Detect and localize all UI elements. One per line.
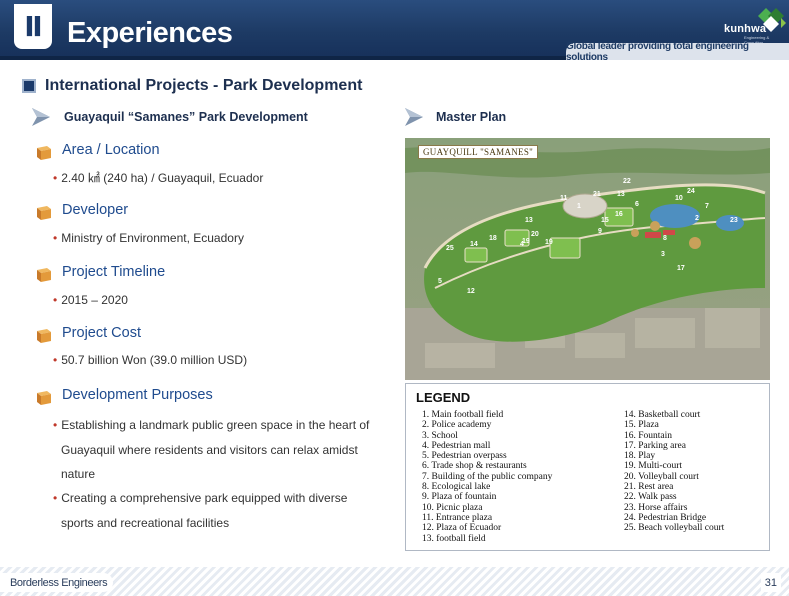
svg-text:10: 10 [675,195,683,202]
section-number: Ⅱ [24,10,42,43]
svg-text:8: 8 [663,235,667,242]
legend-item: 8. Ecological lake [422,482,491,493]
timeline-title: Project Timeline [62,264,166,280]
legend-right-column: 14. Basketball court 15. Plaza 16. Fount… [624,410,724,534]
legend-item: 21. Rest area [624,482,674,493]
footer-label: Borderless Engineers [0,573,114,592]
svg-text:19: 19 [522,238,530,245]
svg-text:21: 21 [593,191,601,198]
master-plan-map: 123 456 789 10 11 12 13 14 15 16 17 18 19 20 21 … [405,138,770,380]
legend-item: 18. Play [624,451,656,462]
svg-text:20: 20 [531,231,539,238]
tagline: Global leader providing total engineerin… [566,41,789,63]
legend-item: 14. Basketball court [624,410,701,420]
cube-icon [37,206,51,220]
svg-text:3: 3 [661,251,665,258]
svg-text:9: 9 [598,228,602,235]
svg-text:7: 7 [705,203,709,210]
purpose-bullet-1: • Establishing a landmark public green sp… [53,418,370,481]
legend-item: 7. Building of the public company [422,471,553,482]
cube-icon [37,329,51,343]
svg-text:24: 24 [687,188,695,195]
legend-item: 20. Volleyball court [624,471,699,482]
purposes-title: Development Purposes [62,387,213,403]
svg-text:18: 18 [489,235,497,242]
legend-item: 17. Parking area [624,440,686,451]
legend-item: 5. Pedestrian overpass [422,451,507,462]
developer-title: Developer [62,202,129,218]
svg-text:2: 2 [695,215,699,222]
svg-text:5: 5 [438,278,442,285]
legend-item: 1. Main football field [422,410,504,420]
area-location-title: Area / Location [62,142,160,158]
legend-item: 10. Picnic plaza [422,502,483,513]
map-title-label: GUAYQUILL "SAMANES" [418,145,539,159]
master-plan-heading: Master Plan [436,110,507,124]
area-location-bullet: • 2.40 ㎢ (240 ha) / Guayaquil, Ecuador [53,171,264,185]
svg-text:12: 12 [467,288,475,295]
legend-item: 2. Police academy [422,420,492,431]
legend-item: 12. Plaza of Ecuador [422,523,502,534]
svg-text:19: 19 [545,239,553,246]
cube-icon [37,146,51,160]
master-plan-illustration: 123 456 789 101112 131415 161718 192021 … [405,138,770,380]
legend-item: 4. Pedestrian mall [422,440,491,451]
section-title: International Projects - Park Developmen… [45,77,363,94]
legend-item: 16. Fountain [624,430,673,441]
legend-item: 19. Multi-court [624,461,683,472]
svg-text:14: 14 [470,241,478,248]
legend-item: 24. Pedestrian Bridge [624,512,707,523]
svg-text:6: 6 [635,201,639,208]
chevron-right-icon [32,108,50,126]
cost-bullet: • 50.7 billion Won (39.0 million USD) [53,353,248,367]
legend-item: 23. Horse affairs [624,502,688,513]
developer-bullet: • Ministry of Environment, Ecuadory [53,231,244,245]
legend-left-column: 1. Main football field 2. Police academy… [422,410,552,544]
legend-item: 25. Beach volleyball court [624,523,725,534]
svg-text:16: 16 [615,211,623,218]
legend-item: 15. Plaza [624,420,659,431]
cube-icon [37,391,51,405]
timeline-bullet: • 2015 – 2020 [53,293,128,307]
svg-text:17: 17 [677,265,685,272]
logo-text: kunhwa [724,23,767,35]
purpose-bullet-2: • Creating a comprehensive park equipped … [53,491,348,530]
svg-text:13: 13 [617,191,625,198]
svg-text:1: 1 [577,203,581,210]
cube-icon [37,268,51,282]
svg-text:11: 11 [560,195,568,202]
cost-title: Project Cost [62,325,141,341]
legend-item: 13. football field [422,533,486,544]
svg-text:15: 15 [601,217,609,224]
legend-item: 22. Walk pass [624,492,677,503]
svg-text:25: 25 [446,245,454,252]
section-square-icon [22,79,36,93]
legend-item: 6. Trade shop & restaurants [422,461,527,472]
footer-stripe [0,567,789,596]
svg-text:23: 23 [730,217,738,224]
legend-item: 11. Entrance plaza [422,512,493,523]
legend-title: LEGEND [416,390,471,405]
page-title: Experiences [67,17,233,49]
section-number-badge: Ⅱ [14,4,52,49]
legend-item: 9. Plaza of fountain [422,492,497,503]
svg-text:13: 13 [525,217,533,224]
project-heading: Guayaquil “Samanes” Park Development [64,110,308,124]
legend-item: 3. School [422,430,458,441]
svg-text:22: 22 [623,178,631,185]
chevron-right-icon [405,108,423,126]
page-number: 31 [760,573,781,592]
